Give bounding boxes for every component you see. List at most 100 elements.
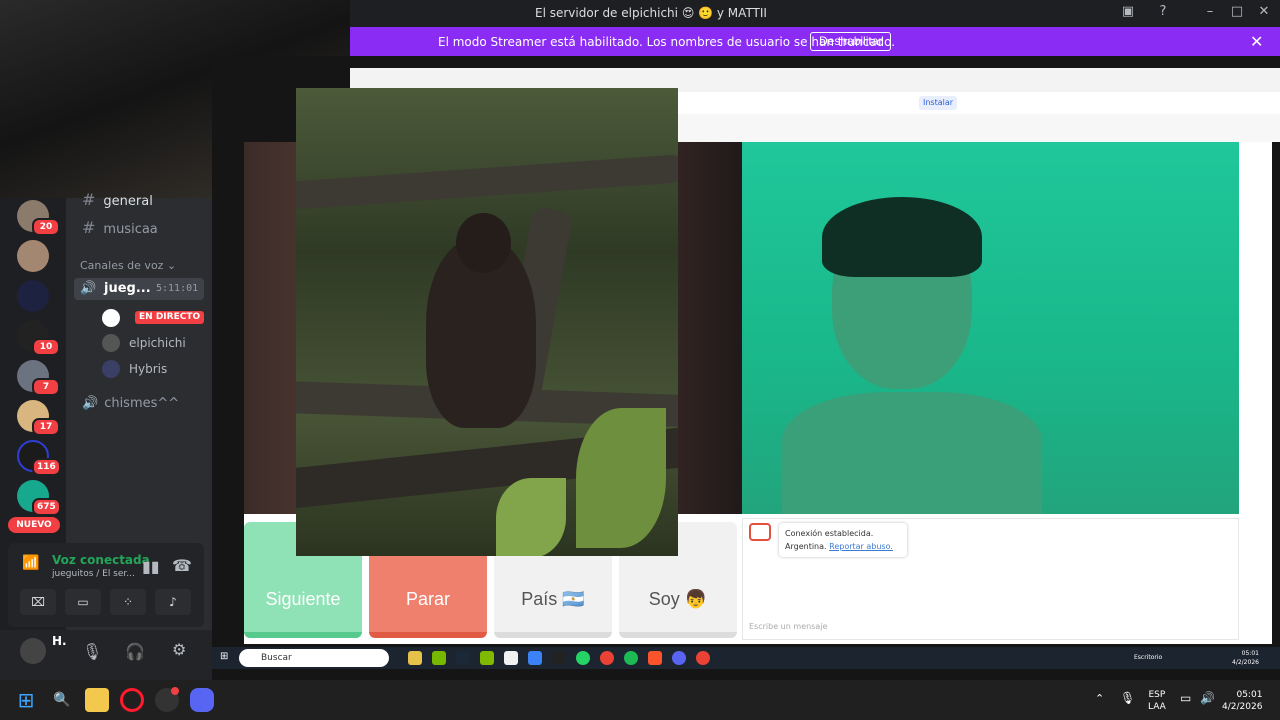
search-label: Buscar (261, 653, 292, 663)
microphone-icon[interactable]: 🎙 (1120, 691, 1135, 705)
avatar (102, 360, 120, 378)
lang-label: ESP (1148, 690, 1166, 700)
store-icon[interactable] (480, 651, 494, 665)
voice-status: Voz conectada (52, 553, 150, 567)
windows-start-icon[interactable]: ⊞ (14, 688, 38, 712)
chevron-up-icon[interactable]: ⌃ (1095, 692, 1104, 705)
report-abuse-link[interactable]: Reportar abuso. (829, 542, 893, 551)
maximize-button[interactable]: □ (1227, 4, 1247, 22)
discord-icon[interactable] (672, 651, 686, 665)
obs-icon[interactable] (504, 651, 518, 665)
signal-icon: 📶 (22, 555, 40, 571)
folder-icon[interactable] (408, 651, 422, 665)
server-icon[interactable] (17, 280, 49, 312)
title-bar: El servidor de elpichichi 😍 🙂 y MATTII ▣… (350, 0, 1280, 27)
microphone-icon[interactable]: 🎙 (82, 642, 102, 661)
hash-icon: # (82, 190, 96, 209)
gear-icon[interactable]: ⚙ (172, 640, 186, 659)
live-badge: EN DIRECTO (135, 311, 205, 324)
whatsapp-icon[interactable] (576, 651, 590, 665)
chimpanzee-photo (296, 88, 678, 556)
inbox-icon[interactable]: ▣ (1118, 4, 1138, 22)
channel-label: musicaa (103, 222, 158, 237)
activities-button[interactable]: ⁘ (110, 589, 146, 615)
discord-icon[interactable] (190, 688, 214, 712)
disable-streamer-button[interactable]: Deshabilitar (810, 32, 892, 51)
system-message: Conexión establecida. Argentina. Reporta… (779, 523, 907, 557)
voice-timer: 5:11:01 (156, 283, 199, 294)
close-banner-icon[interactable]: ✕ (1250, 32, 1263, 51)
clock-date: 4/2/2026 (1222, 702, 1263, 712)
user-panel: H. 🎙 🎧 ⚙ (0, 630, 212, 680)
window-title: El servidor de elpichichi 😍 🙂 y MATTII (535, 6, 767, 20)
remote-person-headset (822, 197, 982, 277)
desktop-label[interactable]: Escritorio (1134, 654, 1162, 661)
disconnect-icon[interactable]: ☎ (172, 556, 192, 575)
voice-channel[interactable]: 🔊 chismes^^ (82, 396, 179, 416)
chevron-down-icon: ⌄ (166, 259, 177, 272)
inner-search-box[interactable]: Buscar (239, 649, 389, 667)
leaf (576, 408, 666, 548)
inner-clock[interactable]: 05:01 4/2/2026 (1232, 649, 1259, 667)
install-button[interactable]: Instalar (919, 96, 958, 110)
channel-label: general (103, 194, 153, 209)
language-indicator[interactable]: ESP LAA (1148, 689, 1166, 713)
steam-icon[interactable] (456, 651, 470, 665)
chrome-icon[interactable] (696, 651, 710, 665)
mention-badge: 7 (32, 378, 60, 396)
username[interactable]: H. (52, 634, 67, 648)
nvidia-icon[interactable] (432, 651, 446, 665)
help-icon[interactable]: ? (1153, 4, 1173, 22)
voice-connected-panel: 📶 Voz conectada jueguitos / El ser... ▮▮… (8, 543, 204, 627)
mention-badge: 20 (32, 218, 60, 236)
mention-badge: 116 (32, 458, 61, 476)
inner-date: 4/2/2026 (1232, 659, 1259, 666)
system-clock[interactable]: 05:01 4/2/2026 (1222, 689, 1262, 713)
mention-badge: 17 (32, 418, 60, 436)
hash-icon: # (82, 218, 96, 237)
camera-off-button[interactable]: ⌧ (20, 589, 56, 615)
channel-musicaa[interactable]: # musicaa (82, 218, 158, 238)
network-icon[interactable]: ▭ (1180, 691, 1191, 705)
voice-channel-label: chismes^^ (104, 396, 180, 411)
notification-dot (171, 687, 179, 695)
opera-gx-icon[interactable] (120, 688, 144, 712)
avatar[interactable] (102, 309, 120, 327)
channel-general[interactable]: # general (82, 190, 153, 210)
leaf (496, 478, 566, 556)
search-icon[interactable]: 🔍 (50, 688, 74, 712)
site-logo-icon (749, 523, 771, 541)
avatar[interactable] (20, 638, 46, 664)
member-name: Hybris (129, 362, 168, 376)
speaker-icon: 🔊 (80, 281, 97, 296)
noise-suppression-icon[interactable]: ▮▮ (142, 557, 160, 576)
app-icon[interactable] (528, 651, 542, 665)
headphones-icon[interactable]: 🎧 (125, 642, 145, 661)
avatar (102, 334, 120, 352)
spotify-icon[interactable] (624, 651, 638, 665)
minimize-button[interactable]: – (1200, 4, 1220, 22)
file-explorer-icon[interactable] (85, 688, 109, 712)
screen-share-button[interactable]: ▭ (65, 589, 101, 615)
chrome-icon[interactable] (600, 651, 614, 665)
brave-icon[interactable] (648, 651, 662, 665)
soundboard-button[interactable]: ♪ (155, 589, 191, 615)
inner-time: 05:01 (1241, 650, 1259, 657)
close-button[interactable]: ✕ (1254, 4, 1274, 22)
windows-icon[interactable]: ⊞ (220, 651, 228, 662)
terminal-icon[interactable] (552, 651, 566, 665)
new-badge: NUEVO (8, 517, 60, 533)
chat-panel: Conexión establecida. Argentina. Reporta… (742, 518, 1239, 640)
streamer-mode-banner: El modo Streamer está habilitado. Los no… (350, 27, 1280, 56)
voice-channel-label: jueg... (104, 281, 151, 296)
layout-label: LAA (1148, 702, 1166, 712)
remote-video (742, 142, 1239, 514)
server-icon[interactable] (17, 240, 49, 272)
voice-category[interactable]: Canales de voz ⌄ (80, 259, 176, 272)
inner-taskbar: ⊞ Buscar Escritorio 05:01 4/2/2026 (212, 647, 1280, 669)
voice-channel-active[interactable]: 🔊 jueg... 5:11:01 (74, 278, 204, 300)
volume-icon[interactable]: 🔊 (1200, 691, 1215, 705)
voice-channel-path[interactable]: jueguitos / El ser... (52, 569, 135, 579)
branch (296, 154, 678, 210)
message-input[interactable]: Escribe un mensaje (749, 622, 827, 631)
